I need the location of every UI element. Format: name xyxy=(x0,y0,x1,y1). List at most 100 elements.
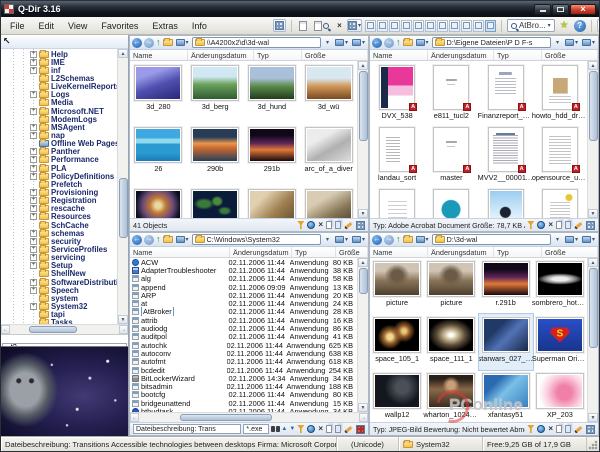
paste-icon[interactable] xyxy=(565,221,571,229)
file-thumbnail[interactable]: Superman Original xyxy=(533,314,587,370)
close-tab-button[interactable]: × xyxy=(333,19,346,32)
view-mode-dropdown[interactable]: ▾ xyxy=(334,234,349,245)
pane3-scrollbar[interactable]: ▲ ▼ xyxy=(357,258,368,412)
help-button[interactable]: ? xyxy=(574,20,586,32)
file-thumbnail[interactable]: wallp12 xyxy=(370,370,424,422)
column-header[interactable]: Name xyxy=(370,50,428,60)
column-header[interactable]: Größe xyxy=(336,247,368,257)
layout-preset-button[interactable] xyxy=(401,20,412,32)
copy-icon[interactable] xyxy=(556,425,562,433)
column-header[interactable]: Name xyxy=(130,50,188,60)
file-thumbnail[interactable]: r.291b xyxy=(479,258,533,314)
layout-preset-button[interactable] xyxy=(389,20,400,32)
pane4-scrollbar[interactable]: ▲ ▼ xyxy=(587,258,598,422)
file-thumbnail[interactable]: picture xyxy=(370,258,424,314)
column-header[interactable]: Größe xyxy=(542,50,598,60)
resize-grip[interactable] xyxy=(587,437,599,451)
history-dropdown[interactable]: ▾ xyxy=(323,37,332,48)
tree-expander-icon[interactable]: + xyxy=(30,156,37,163)
history-dropdown[interactable]: ▾ xyxy=(553,234,562,245)
menu-item[interactable]: Edit xyxy=(32,20,62,32)
menu-item[interactable]: Favorites xyxy=(94,20,145,32)
recent-folders-icon[interactable] xyxy=(163,39,173,46)
tree-expander-icon[interactable]: + xyxy=(30,205,37,212)
tree-expander-icon[interactable]: + xyxy=(30,59,37,66)
tree-expander-icon[interactable]: + xyxy=(30,303,37,310)
pane3-horizontal-scrollbar[interactable]: ← → xyxy=(130,412,368,422)
paste-icon[interactable] xyxy=(335,425,341,433)
file-thumbnail[interactable]: A Finanzreport_Nr[1... xyxy=(479,61,533,123)
column-header[interactable]: Änderungsdatum xyxy=(428,247,494,257)
tree-expander-icon[interactable]: + xyxy=(30,197,37,204)
tree-expander-icon[interactable]: + xyxy=(30,91,37,98)
menu-item[interactable]: Info xyxy=(185,20,214,32)
maximize-button[interactable] xyxy=(552,4,569,15)
tree-expander-icon[interactable]: + xyxy=(30,262,37,269)
tree-expander-icon[interactable]: + xyxy=(30,108,37,115)
find-prev-icon[interactable]: ▲ xyxy=(281,426,287,432)
tree-expander-icon[interactable]: + xyxy=(30,67,37,74)
favorites-dropdown[interactable]: ▾ xyxy=(581,234,596,245)
tree-expander-icon[interactable]: + xyxy=(30,238,37,245)
recent-folders-icon[interactable] xyxy=(403,236,413,243)
delete-icon[interactable]: × xyxy=(548,221,553,229)
layout-preset-button[interactable] xyxy=(461,20,472,32)
file-thumbnail[interactable]: space_105_1 xyxy=(370,314,424,370)
tree-expander-icon[interactable]: + xyxy=(30,287,37,294)
file-thumbnail[interactable]: 3d_hund xyxy=(244,61,301,123)
pane-select-icon[interactable] xyxy=(586,221,595,230)
scroll-up-icon[interactable]: ▲ xyxy=(118,49,128,58)
tree-expander-icon[interactable]: + xyxy=(30,124,37,131)
drives-dropdown[interactable]: ▾ xyxy=(415,37,430,48)
file-thumbnail[interactable]: A master xyxy=(424,123,478,185)
up-icon[interactable]: ↑ xyxy=(156,235,161,244)
rename-icon[interactable] xyxy=(574,425,583,433)
favorites-button[interactable]: ★ xyxy=(558,19,571,32)
copy-icon[interactable] xyxy=(326,425,332,433)
find-icon[interactable] xyxy=(271,426,275,432)
file-thumbnail[interactable]: 290b xyxy=(187,123,244,185)
tree-expander-icon[interactable]: + xyxy=(30,279,37,286)
drives-dropdown[interactable]: ▾ xyxy=(175,37,190,48)
globe-icon[interactable] xyxy=(537,221,545,229)
favorites-dropdown[interactable]: ▾ xyxy=(351,234,366,245)
file-thumbnail[interactable]: A xyxy=(370,185,424,218)
search-button[interactable] xyxy=(313,19,330,32)
tree-expander-icon[interactable]: + xyxy=(30,165,37,172)
address-bar[interactable]: C:\Windows\System32 xyxy=(192,234,321,245)
file-thumbnail[interactable]: A opensource_und_li... xyxy=(533,123,587,185)
forward-icon[interactable]: → xyxy=(144,235,154,245)
layout-preset-button[interactable] xyxy=(449,20,460,32)
paste-icon[interactable] xyxy=(565,425,571,433)
layout-preset-button[interactable] xyxy=(365,20,376,32)
rename-icon[interactable] xyxy=(344,221,353,229)
file-thumbnail[interactable] xyxy=(130,185,187,218)
rename-icon[interactable] xyxy=(344,425,353,433)
view-mode-dropdown[interactable]: ▾ xyxy=(564,234,579,245)
up-icon[interactable]: ↑ xyxy=(156,38,161,47)
tree-expander-icon[interactable]: + xyxy=(30,132,37,139)
file-pattern-field[interactable]: *.exe xyxy=(243,424,269,434)
forward-icon[interactable]: → xyxy=(384,38,394,48)
file-thumbnail[interactable]: A xyxy=(424,185,478,218)
file-thumbnail[interactable]: xfantasy51 xyxy=(479,370,533,422)
globe-icon[interactable] xyxy=(307,425,315,433)
file-thumbnail[interactable]: A xyxy=(533,185,587,218)
column-header[interactable]: Änderungsdatum xyxy=(188,50,254,60)
scroll-down-icon[interactable]: ▼ xyxy=(118,315,128,324)
back-icon[interactable]: ← xyxy=(132,235,142,245)
layout-preset-button[interactable] xyxy=(377,20,388,32)
tools-button[interactable] xyxy=(597,19,600,32)
column-header[interactable]: Änderungsdatum xyxy=(230,247,292,257)
tree-expander-icon[interactable]: + xyxy=(30,230,37,237)
pane1-scrollbar[interactable]: ▲ ▼ xyxy=(357,61,368,218)
layout-preset-button[interactable] xyxy=(425,20,436,32)
file-thumbnail[interactable]: arc_of_a_diver xyxy=(300,123,357,185)
file-thumbnail[interactable] xyxy=(244,185,301,218)
rename-icon[interactable] xyxy=(574,221,583,229)
pane-select-icon[interactable] xyxy=(586,425,595,434)
address-bar[interactable]: \\A4200x2\d\3d-wal xyxy=(192,37,321,48)
file-thumbnail[interactable]: picture xyxy=(424,258,478,314)
file-thumbnail[interactable]: A e811_tucl2 xyxy=(424,61,478,123)
file-thumbnail[interactable]: XP_203 xyxy=(533,370,587,422)
